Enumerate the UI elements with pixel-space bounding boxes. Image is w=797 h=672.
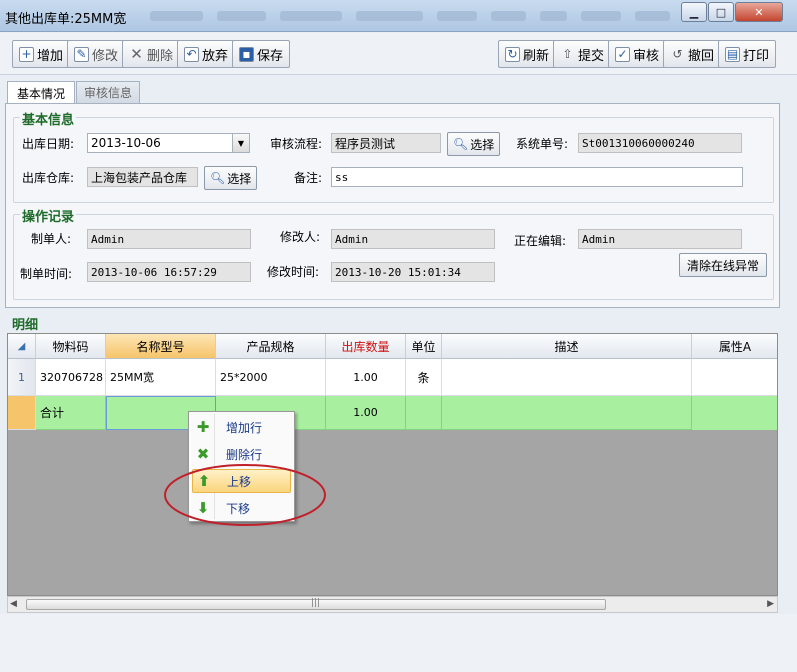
warehouse-field: 上海包装产品仓库 [87, 167, 198, 187]
date-picker[interactable]: 2013-10-06 ▼ [87, 133, 250, 153]
warehouse-select-button[interactable]: 🔍︎ 选择 [204, 166, 258, 190]
cell-spec[interactable]: 25*2000 [216, 359, 326, 396]
column-header[interactable]: 出库数量 [326, 334, 406, 359]
magnifier-icon: 🔍︎ [210, 171, 226, 185]
maximize-button[interactable]: □ [708, 2, 734, 22]
revoke-icon: ↺ [672, 46, 683, 61]
window-title: 其他出库单:25MM宽 [5, 12, 127, 27]
remark-label: 备注: [294, 171, 323, 185]
date-label: 出库日期: [22, 137, 75, 151]
warehouse-label: 出库仓库: [22, 171, 75, 185]
create-time-label: 制单时间: [20, 267, 73, 281]
flow-field: 程序员测试 [331, 133, 441, 153]
printer-icon: ▤ [725, 46, 740, 62]
total-row-header[interactable] [8, 396, 36, 430]
tab-basic[interactable]: 基本情况 [7, 81, 75, 104]
total-qty: 1.00 [326, 396, 406, 430]
cell-name[interactable]: 25MM宽 [106, 359, 216, 396]
blurred-taskbar [150, 8, 670, 24]
column-header-selected[interactable]: 名称型号 [106, 334, 216, 359]
maximize-icon: □ [715, 5, 727, 19]
corner-triangle-icon: ◢ [17, 340, 26, 352]
close-button[interactable]: ✕ [735, 2, 783, 22]
sysno-field: St001310060000240 [578, 133, 742, 153]
window-bottom-area [0, 614, 797, 672]
close-icon: ✕ [754, 5, 764, 19]
horizontal-scrollbar[interactable]: ◀ ||| ▶ [7, 596, 778, 613]
menu-item-add-row[interactable]: ✚ 增加行 [192, 415, 291, 439]
creator-label: 制单人: [31, 232, 72, 246]
total-label: 合计 [36, 396, 106, 430]
column-header[interactable]: 描述 [442, 334, 692, 359]
refresh-icon: ↻ [505, 46, 520, 62]
grip-icon: ||| [311, 598, 321, 608]
plus-icon: ✚ [196, 418, 210, 436]
edit-icon: ✎ [74, 46, 89, 62]
edit-button[interactable]: ✎ 修改 [67, 40, 126, 68]
review-doc-icon: ✓ [615, 46, 630, 62]
chevron-down-icon[interactable]: ▼ [232, 134, 249, 152]
scroll-left-icon[interactable]: ◀ [10, 599, 17, 609]
delete-x-icon: ✕ [130, 44, 143, 63]
sysno-label: 系统单号: [516, 137, 569, 151]
flow-select-button[interactable]: 🔍︎ 选择 [447, 132, 501, 156]
modify-time-field: 2013-10-20 15:01:34 [331, 262, 495, 282]
grid-corner[interactable]: ◢ [8, 334, 36, 359]
magnifier-icon: 🔍︎ [453, 137, 469, 151]
refresh-button[interactable]: ↻ 刷新 [498, 40, 557, 68]
oplog-title: 操作记录 [20, 206, 77, 225]
remark-input[interactable]: ss [331, 167, 743, 187]
minimize-icon: ▁ [689, 5, 699, 19]
annotation-ellipse [164, 464, 326, 526]
modifier-field: Admin [331, 229, 495, 249]
submit-button[interactable]: ⇧ 提交 [553, 40, 612, 68]
up-arrow-icon: ⇧ [562, 46, 573, 61]
date-value: 2013-10-06 [91, 136, 161, 150]
scroll-right-icon[interactable]: ▶ [767, 599, 774, 609]
undo-icon: ↶ [184, 46, 199, 62]
cell-attr[interactable] [692, 359, 777, 396]
editing-label: 正在编辑: [514, 234, 567, 248]
basic-info-group [13, 117, 774, 203]
review-button[interactable]: ✓ 审核 [608, 40, 667, 68]
tab-review-info[interactable]: 审核信息 [76, 81, 140, 103]
cell-code[interactable]: 320706728 [36, 359, 106, 396]
cell-qty[interactable]: 1.00 [326, 359, 406, 396]
basic-info-title: 基本信息 [20, 109, 77, 128]
revoke-button[interactable]: ↺ 撤回 [663, 40, 722, 68]
detail-title: 明细 [12, 318, 39, 333]
oplog-group [13, 214, 774, 300]
modifier-label: 修改人: [280, 230, 321, 244]
create-time-field: 2013-10-06 16:57:29 [87, 262, 251, 282]
total-unit-cell [406, 396, 442, 430]
column-header[interactable]: 属性A [692, 334, 777, 359]
save-icon: ▪ [239, 46, 254, 62]
cell-desc[interactable] [442, 359, 692, 396]
modify-time-label: 修改时间: [267, 265, 320, 279]
creator-field: Admin [87, 229, 251, 249]
save-button[interactable]: ▪ 保存 [232, 40, 291, 68]
column-header[interactable]: 物料码 [36, 334, 106, 359]
detail-grid: ◢ 物料码 名称型号 产品规格 出库数量 单位 描述 属性A 1 3207067… [7, 333, 778, 596]
delete-button[interactable]: ✕ 删除 [122, 40, 181, 68]
minimize-button[interactable]: ▁ [681, 2, 707, 22]
add-doc-icon: + [19, 46, 34, 62]
total-desc-cell [442, 396, 692, 430]
flow-label: 审核流程: [270, 137, 323, 151]
clear-online-exception-button[interactable]: 清除在线异常 [679, 253, 767, 277]
row-number[interactable]: 1 [8, 359, 36, 396]
scroll-thumb[interactable]: ||| [26, 598, 606, 610]
add-button[interactable]: + 增加 [12, 40, 71, 68]
cell-unit[interactable]: 条 [406, 359, 442, 396]
column-header[interactable]: 单位 [406, 334, 442, 359]
print-button[interactable]: ▤ 打印 [718, 40, 777, 68]
column-header[interactable]: 产品规格 [216, 334, 326, 359]
editing-field: Admin [578, 229, 742, 249]
discard-button[interactable]: ↶ 放弃 [177, 40, 236, 68]
